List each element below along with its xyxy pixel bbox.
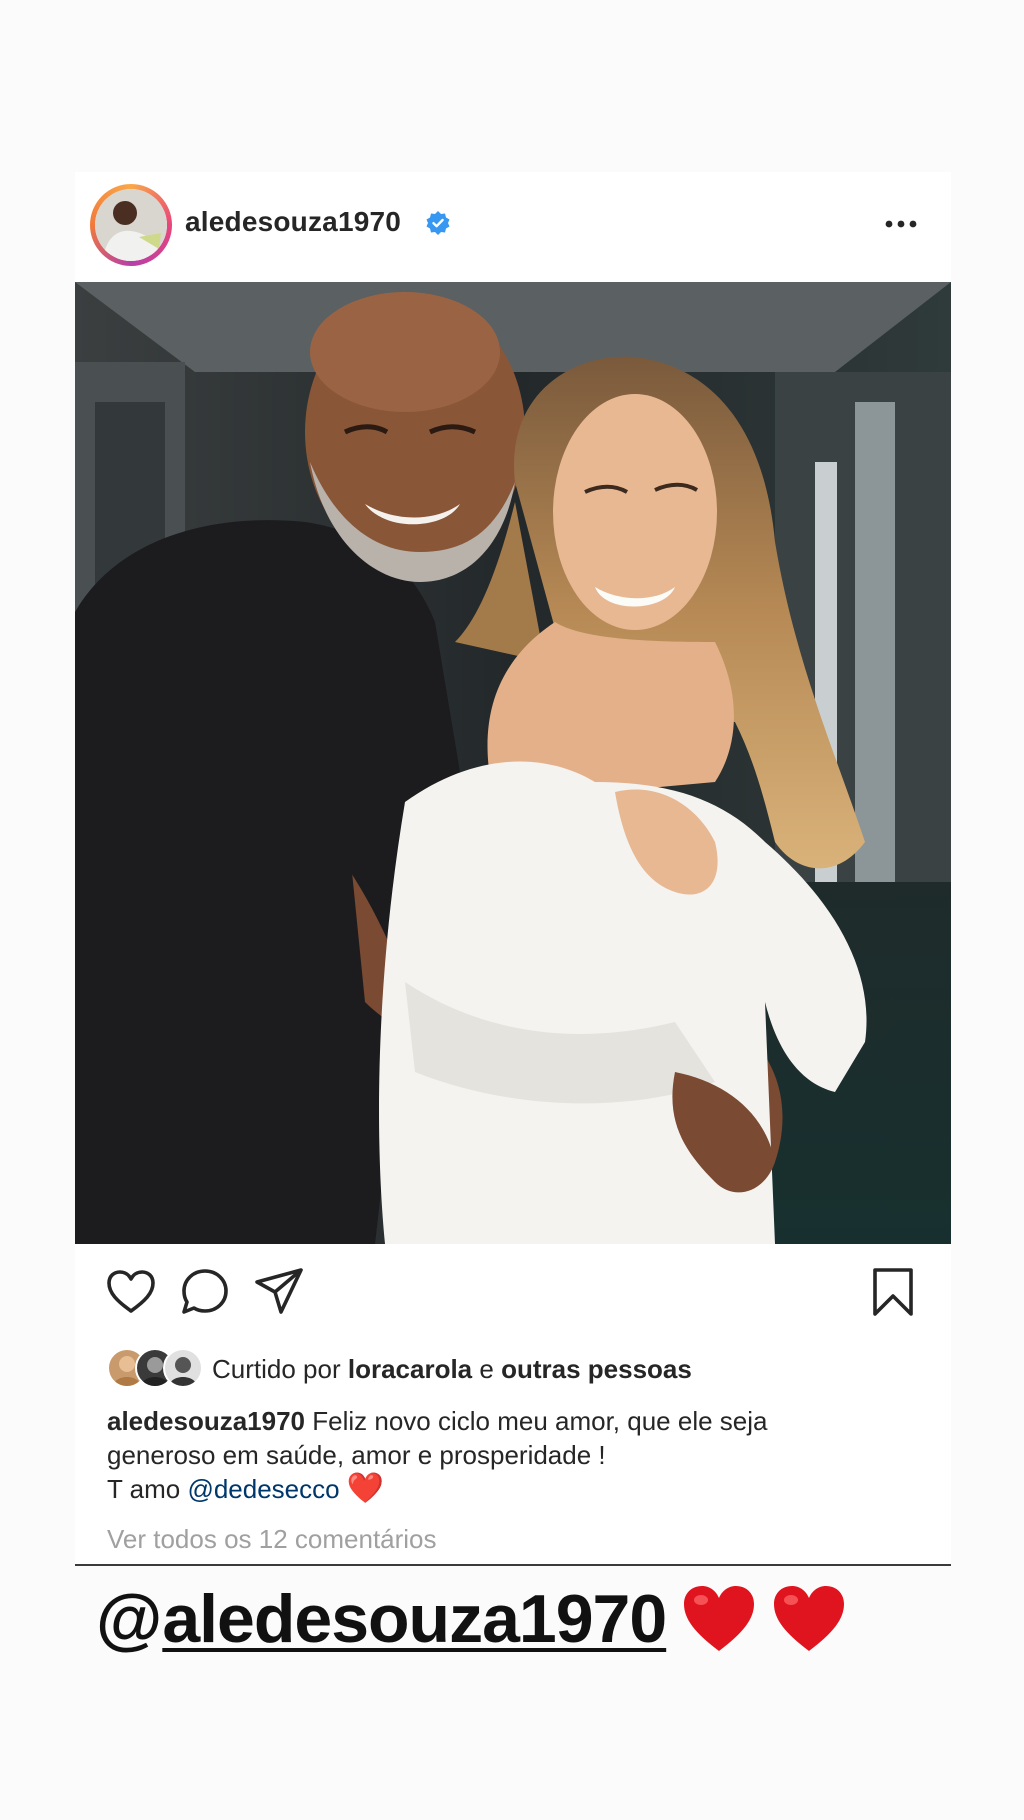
- bookmark-icon[interactable]: [865, 1264, 921, 1320]
- mention-at-symbol: @: [96, 1581, 163, 1657]
- post-username[interactable]: aledesouza1970: [185, 206, 401, 238]
- mention-username[interactable]: aledesouza1970: [162, 1581, 667, 1657]
- liker-username[interactable]: loracarola: [348, 1354, 472, 1384]
- caption-username[interactable]: aledesouza1970: [107, 1406, 305, 1436]
- likes-prefix: Curtido por: [212, 1354, 341, 1384]
- profile-avatar[interactable]: [90, 184, 172, 266]
- likes-conjunction: e: [479, 1354, 494, 1384]
- divider: [75, 1564, 951, 1566]
- reshared-post[interactable]: aledesouza1970 Curtido por loracarola e …: [75, 172, 951, 1564]
- post-photo[interactable]: [75, 282, 951, 1244]
- liker-avatar: [163, 1348, 203, 1388]
- story-mention-sticker[interactable]: @aledesouza1970: [96, 1580, 847, 1670]
- couple-photo: [75, 282, 951, 1244]
- post-header: aledesouza1970: [75, 172, 951, 282]
- post-caption: aledesouza1970 Feliz novo ciclo meu amor…: [107, 1404, 937, 1506]
- caption-text-line1: Feliz novo ciclo meu amor, que ele seja: [312, 1406, 768, 1436]
- more-options-icon[interactable]: [881, 206, 921, 242]
- caption-text-line3: T amo: [107, 1474, 181, 1504]
- likes-others-link[interactable]: outras pessoas: [501, 1354, 692, 1384]
- likers-avatars: [107, 1348, 207, 1388]
- view-all-comments-link[interactable]: Ver todos os 12 comentários: [107, 1524, 437, 1555]
- verified-badge-icon: [426, 211, 450, 235]
- caption-text-line2: generoso em saúde, amor e prosperidade !: [107, 1440, 606, 1470]
- instagram-story: aledesouza1970 Curtido por loracarola e …: [0, 0, 1024, 1820]
- likes-text: Curtido por loracarola e outras pessoas: [212, 1354, 692, 1385]
- red-heart-emoji: ❤️: [346, 1472, 385, 1505]
- likes-row[interactable]: Curtido por loracarola e outras pessoas: [107, 1348, 927, 1388]
- heart-emoji-icon: [683, 1586, 754, 1651]
- heart-icon[interactable]: [103, 1264, 159, 1320]
- heart-emoji-icon: [774, 1586, 845, 1651]
- comment-icon[interactable]: [177, 1264, 233, 1320]
- avatar-image: [95, 189, 167, 261]
- send-icon[interactable]: [251, 1264, 307, 1320]
- caption-mention[interactable]: @dedesecco: [187, 1474, 339, 1504]
- post-actions: [75, 1264, 951, 1336]
